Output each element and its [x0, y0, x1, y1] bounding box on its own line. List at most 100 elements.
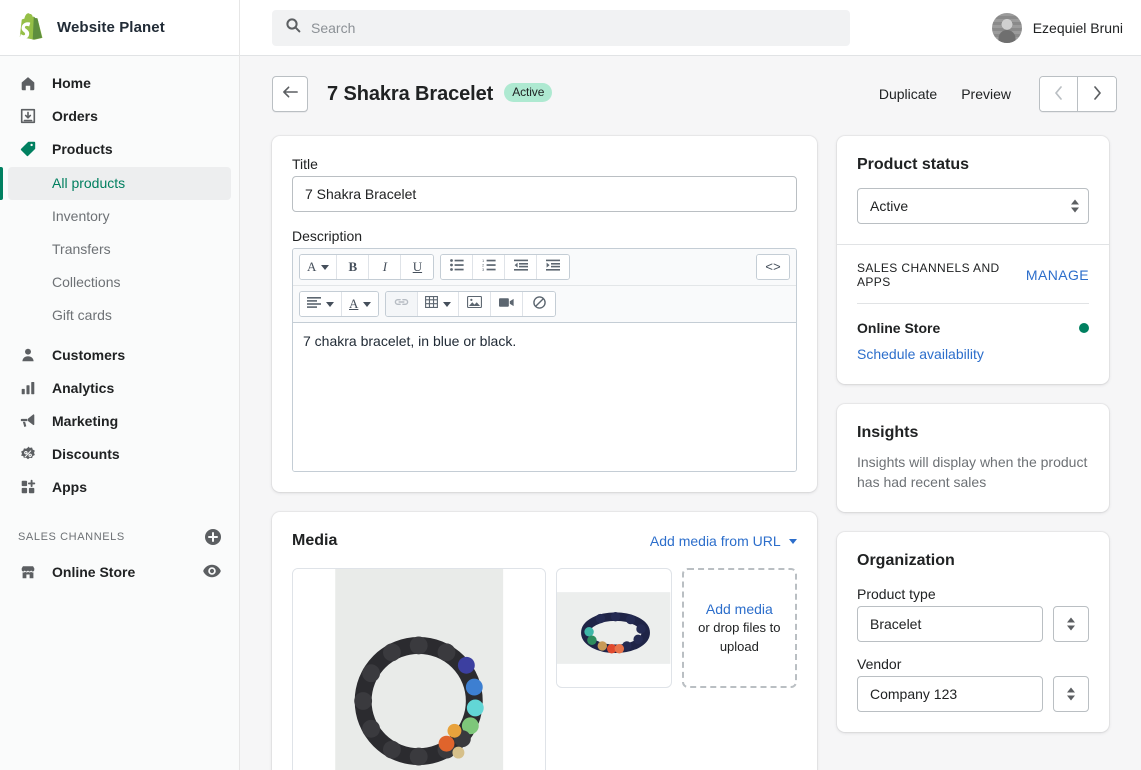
indent-button[interactable]: [537, 255, 570, 279]
sidebar-item-label: Marketing: [52, 412, 119, 429]
clear-formatting-button[interactable]: [523, 292, 556, 316]
bulleted-list-button[interactable]: [441, 255, 474, 279]
plus-circle-icon[interactable]: [203, 527, 223, 547]
next-product-button[interactable]: [1078, 77, 1116, 111]
sidebar-subitem-label: All products: [52, 175, 126, 191]
svg-text:3: 3: [482, 267, 485, 271]
channels-divider: [857, 303, 1089, 304]
editor-toolbar-row-2: A: [293, 286, 796, 323]
product-type-picker-button[interactable]: [1053, 606, 1089, 642]
add-media-link[interactable]: Add media: [706, 601, 773, 617]
sidebar-subitem-label: Gift cards: [52, 307, 112, 323]
align-dropdown[interactable]: [300, 292, 342, 316]
image-icon: [467, 295, 483, 312]
global-search[interactable]: [272, 9, 850, 46]
text-format-group: A B I U: [299, 254, 435, 280]
sidebar-subitem-label: Transfers: [52, 241, 111, 257]
product-photo-thumb[interactable]: [556, 568, 672, 688]
sales-channels-header: SALES CHANNELS: [18, 525, 223, 549]
sidebar-item-online-store[interactable]: Online Store: [8, 555, 231, 588]
align-left-icon: [307, 296, 321, 312]
back-button[interactable]: [272, 76, 308, 112]
description-editor: A B I U 1 2 3 <> A 7 chakra bracelet, in…: [292, 248, 797, 472]
sales-channels-and-apps-header: SALES CHANNELS AND APPS Manage: [857, 261, 1089, 289]
sidebar-item-discounts[interactable]: Discounts: [8, 437, 231, 470]
media-dropzone[interactable]: Add media or drop files to upload: [681, 568, 797, 688]
duplicate-button[interactable]: Duplicate: [867, 78, 949, 110]
preview-button[interactable]: Preview: [949, 78, 1023, 110]
vendor-input[interactable]: [857, 676, 1043, 712]
html-code-button[interactable]: <>: [757, 255, 789, 279]
sidebar-item-apps[interactable]: Apps: [8, 470, 231, 503]
arrow-left-icon: [282, 85, 299, 104]
user-menu[interactable]: Ezequiel Bruni: [986, 0, 1129, 56]
header-actions: Duplicate Preview: [867, 76, 1117, 112]
discounts-percent-icon: [18, 444, 38, 464]
sidebar-subitem-label: Collections: [52, 274, 121, 290]
manage-link[interactable]: Manage: [1026, 267, 1089, 283]
insights-title: Insights: [857, 424, 919, 441]
text-color-dropdown[interactable]: A: [342, 292, 379, 316]
stepper-icon: [1067, 687, 1075, 701]
chevron-left-icon: [1054, 85, 1063, 103]
insert-table-dropdown[interactable]: [418, 292, 460, 316]
sidebar-item-products[interactable]: Products: [8, 132, 231, 165]
sidebar-item-collections[interactable]: Collections: [8, 266, 231, 299]
sidebar-item-gift-cards[interactable]: Gift cards: [8, 299, 231, 332]
vendor-label: Vendor: [857, 656, 902, 672]
sidebar-item-inventory[interactable]: Inventory: [8, 200, 231, 233]
insert-video-button[interactable]: [491, 292, 524, 316]
schedule-availability-link[interactable]: Schedule availability: [857, 346, 984, 362]
code-group: <>: [756, 254, 790, 280]
italic-button[interactable]: I: [369, 255, 402, 279]
sidebar-item-marketing[interactable]: Marketing: [8, 404, 231, 437]
product-photo-large[interactable]: [292, 568, 547, 770]
chevron-down-icon: [321, 264, 330, 270]
sidebar-item-label: Home: [52, 74, 91, 91]
outdent-button[interactable]: [505, 255, 538, 279]
products-tag-icon: [18, 139, 38, 159]
numbered-list-button[interactable]: 1 2 3: [473, 255, 506, 279]
title-label: Title: [292, 156, 318, 172]
product-photo-large-image: [293, 569, 546, 770]
product-status-select[interactable]: Active: [857, 188, 1089, 224]
no-entry-icon: [533, 295, 546, 313]
insert-image-button[interactable]: [459, 292, 492, 316]
organization-card: Organization Product type Bracelet Vendo…: [837, 532, 1109, 732]
description-text-area[interactable]: 7 chakra bracelet, in blue or black.: [293, 323, 796, 471]
description-text: 7 chakra bracelet, in blue or black.: [303, 333, 517, 349]
media-title: Media: [292, 532, 338, 549]
dropzone-hint-line-1: or drop files to: [698, 620, 781, 635]
product-status-card: Product status Active SALES CHANNELS AND…: [837, 136, 1109, 384]
status-badge: Active: [504, 82, 553, 102]
vendor-picker-button[interactable]: [1053, 676, 1089, 712]
product-type-input[interactable]: [857, 606, 1043, 642]
sidebar-item-label: Products: [52, 140, 113, 157]
video-icon: [499, 296, 515, 312]
sidebar-item-customers[interactable]: Customers: [8, 338, 231, 371]
caret-down-icon: [789, 539, 797, 544]
insert-link-button[interactable]: [386, 292, 419, 316]
sidebar-item-label: Analytics: [52, 379, 115, 396]
brand-logo-area[interactable]: Website Planet: [0, 0, 240, 56]
stepper-icon: [1067, 617, 1075, 631]
previous-product-button[interactable]: [1040, 77, 1078, 111]
channel-status-dot: [1079, 323, 1089, 333]
store-icon: [18, 562, 38, 582]
sidebar-item-label: Orders: [52, 107, 98, 124]
sidebar-item-all-products[interactable]: All products: [0, 167, 231, 200]
font-format-dropdown[interactable]: A: [300, 255, 338, 279]
title-input[interactable]: [292, 176, 797, 212]
sidebar-item-home[interactable]: Home: [8, 66, 231, 99]
underline-button[interactable]: U: [401, 255, 434, 279]
add-media-from-url-button[interactable]: Add media from URL: [650, 533, 797, 549]
sidebar-item-analytics[interactable]: Analytics: [8, 371, 231, 404]
search-input[interactable]: [311, 19, 837, 36]
bold-button[interactable]: B: [337, 255, 370, 279]
sidebar-item-transfers[interactable]: Transfers: [8, 233, 231, 266]
eye-icon[interactable]: [203, 564, 223, 580]
sidebar-item-label: Discounts: [52, 445, 120, 462]
sidebar-item-orders[interactable]: Orders: [8, 99, 231, 132]
editor-toolbar-row-1: A B I U 1 2 3 <>: [293, 249, 796, 286]
search-icon: [285, 17, 301, 38]
